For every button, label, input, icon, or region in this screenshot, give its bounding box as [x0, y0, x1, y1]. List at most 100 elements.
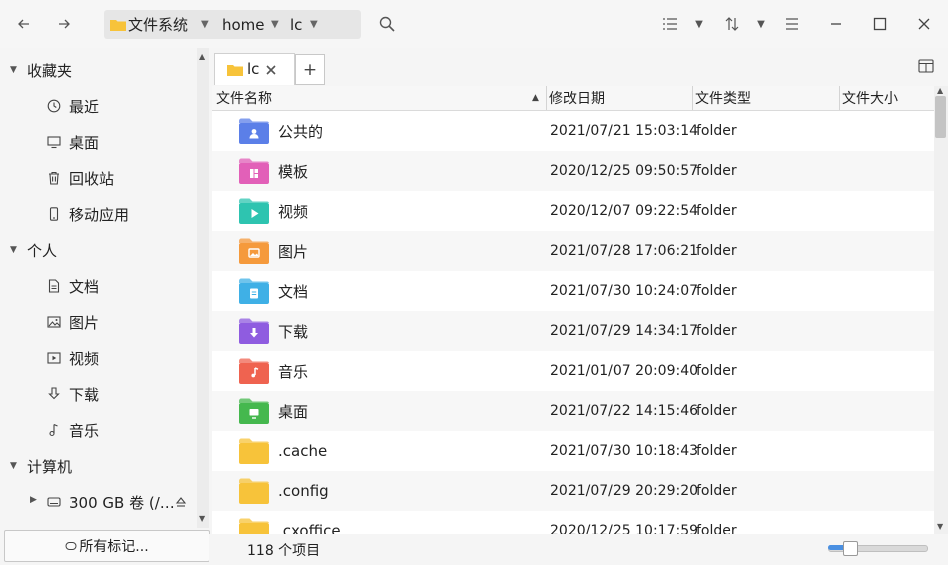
all-tags-button[interactable]: 所有标记... — [4, 530, 210, 562]
file-name: 图片 — [278, 242, 309, 261]
scrollbar-thumb[interactable] — [935, 96, 946, 138]
folder-icon — [239, 478, 269, 504]
table-row[interactable]: .config 2021/07/29 20:29:20 folder — [212, 471, 934, 511]
table-row[interactable]: 视频 2020/12/07 09:22:54 folder — [212, 191, 934, 231]
sidebar-item-label: 下载 — [69, 385, 100, 404]
column-header-size[interactable]: 文件大小 — [842, 86, 932, 110]
file-name: 公共的 — [278, 122, 324, 141]
table-row[interactable]: 图片 2021/07/28 17:06:21 folder — [212, 231, 934, 271]
table-row[interactable]: .cache 2021/07/30 10:18:43 folder — [212, 431, 934, 471]
minimize-button[interactable] — [824, 12, 848, 36]
maximize-icon — [873, 17, 887, 31]
file-type: folder — [696, 283, 737, 299]
table-row[interactable]: 下载 2021/07/29 14:34:17 folder — [212, 311, 934, 351]
path-dropdown-icon[interactable]: ▼ — [201, 10, 209, 39]
sidebar-item-label: 最近 — [69, 97, 100, 116]
file-name: 文档 — [278, 282, 309, 301]
path-label: lc — [290, 15, 303, 34]
sidebar-item-desktop[interactable]: 桌面 — [0, 126, 196, 158]
column-header-label: 文件大小 — [842, 91, 898, 107]
file-name: 模板 — [278, 162, 309, 181]
file-modified-date: 2021/07/21 15:03:14 — [550, 123, 699, 139]
scroll-up-arrow-icon[interactable]: ▲ — [199, 52, 205, 61]
file-type: folder — [696, 123, 737, 139]
search-button[interactable] — [375, 12, 399, 36]
sidebar-item-pictures[interactable]: 图片 — [0, 306, 196, 338]
table-row[interactable]: 音乐 2021/01/07 20:09:40 folder — [212, 351, 934, 391]
music-icon — [49, 423, 58, 437]
table-row[interactable]: .cxoffice 2020/12/25 10:17:59 folder — [212, 511, 934, 534]
clock-icon — [47, 99, 61, 113]
scroll-down-arrow-icon[interactable]: ▼ — [199, 514, 205, 523]
file-modified-date: 2021/07/22 14:15:46 — [550, 403, 699, 419]
sidebar-item-videos[interactable]: 视频 — [0, 342, 196, 374]
sidebar-item-mobile[interactable]: 移动应用 — [0, 198, 196, 230]
maximize-button[interactable] — [868, 12, 892, 36]
zoom-slider-handle[interactable] — [843, 541, 858, 556]
sidebar-scrollbar[interactable]: ▲ ▼ — [197, 48, 209, 528]
sidebar-section-computer[interactable]: ▼ 计算机 — [0, 450, 196, 482]
column-divider[interactable] — [546, 86, 547, 110]
file-name: 桌面 — [278, 402, 309, 421]
menu-button[interactable] — [780, 12, 804, 36]
plus-icon: + — [302, 59, 318, 80]
path-dropdown-icon[interactable]: ▼ — [310, 10, 318, 39]
column-divider[interactable] — [839, 86, 840, 110]
file-name: .cxoffice — [278, 522, 341, 534]
table-row[interactable]: 模板 2020/12/25 09:50:57 folder — [212, 151, 934, 191]
folder-icon — [239, 438, 269, 464]
desktop-folder-icon — [239, 398, 269, 424]
section-label: 收藏夹 — [27, 61, 73, 80]
table-row[interactable]: 桌面 2021/07/22 14:15:46 folder — [212, 391, 934, 431]
sidebar-item-label: 文档 — [69, 277, 100, 296]
path-segment-lc[interactable]: lc — [290, 10, 302, 39]
sidebar-item-label: 音乐 — [69, 421, 100, 440]
scroll-up-arrow-icon[interactable]: ▲ — [937, 86, 943, 95]
file-type: folder — [696, 243, 737, 259]
back-button[interactable] — [12, 12, 36, 36]
split-view-button[interactable] — [916, 56, 936, 76]
expand-arrow-icon[interactable]: ▶ — [30, 495, 37, 505]
tab-lc[interactable]: lc — [214, 53, 295, 85]
sort-button[interactable] — [720, 12, 744, 36]
file-list-scrollbar[interactable]: ▲ ▼ — [934, 86, 948, 534]
path-segment-filesystem[interactable]: 文件系统 — [110, 10, 188, 39]
view-mode-dropdown-icon[interactable]: ▼ — [687, 12, 711, 36]
file-type: folder — [696, 523, 737, 534]
document-icon — [48, 279, 60, 293]
sidebar-item-downloads[interactable]: 下载 — [0, 378, 196, 410]
forward-button[interactable] — [52, 12, 76, 36]
file-type: folder — [696, 203, 737, 219]
close-button[interactable] — [912, 12, 936, 36]
file-name: 音乐 — [278, 362, 309, 381]
sidebar-item-trash[interactable]: 回收站 — [0, 162, 196, 194]
sidebar-item-recent[interactable]: 最近 — [0, 90, 196, 122]
expand-triangle-icon: ▼ — [10, 461, 17, 471]
sidebar-item-documents[interactable]: 文档 — [0, 270, 196, 302]
sort-ascending-icon: ▲ — [532, 93, 539, 103]
image-icon — [47, 316, 61, 328]
column-header-date[interactable]: 修改日期 — [549, 86, 689, 110]
sidebar-section-personal[interactable]: ▼ 个人 — [0, 234, 196, 266]
column-header-type[interactable]: 文件类型 — [695, 86, 835, 110]
table-row[interactable]: 公共的 2021/07/21 15:03:14 folder — [212, 111, 934, 151]
add-tab-button[interactable]: + — [295, 54, 325, 85]
eject-icon[interactable] — [175, 496, 187, 508]
table-row[interactable]: 文档 2021/07/30 10:24:07 folder — [212, 271, 934, 311]
downloads-folder-icon — [239, 318, 269, 344]
sidebar-item-volume[interactable]: ▶ 300 GB 卷 (/… — [0, 486, 196, 518]
view-mode-button[interactable] — [658, 12, 682, 36]
sort-dropdown-icon[interactable]: ▼ — [749, 12, 773, 36]
arrow-left-icon — [18, 19, 29, 29]
sidebar-section-favorites[interactable]: ▼ 收藏夹 — [0, 54, 196, 86]
column-divider[interactable] — [692, 86, 693, 110]
file-type: folder — [696, 163, 737, 179]
path-segment-home[interactable]: home — [222, 10, 265, 39]
path-dropdown-icon[interactable]: ▼ — [271, 10, 279, 39]
phone-icon — [49, 207, 59, 221]
close-tab-icon[interactable] — [266, 65, 276, 75]
scroll-down-arrow-icon[interactable]: ▼ — [937, 522, 943, 531]
hamburger-menu-icon — [786, 18, 798, 30]
sidebar-item-music[interactable]: 音乐 — [0, 414, 196, 446]
column-header-name[interactable]: 文件名称 ▲ — [216, 86, 546, 110]
